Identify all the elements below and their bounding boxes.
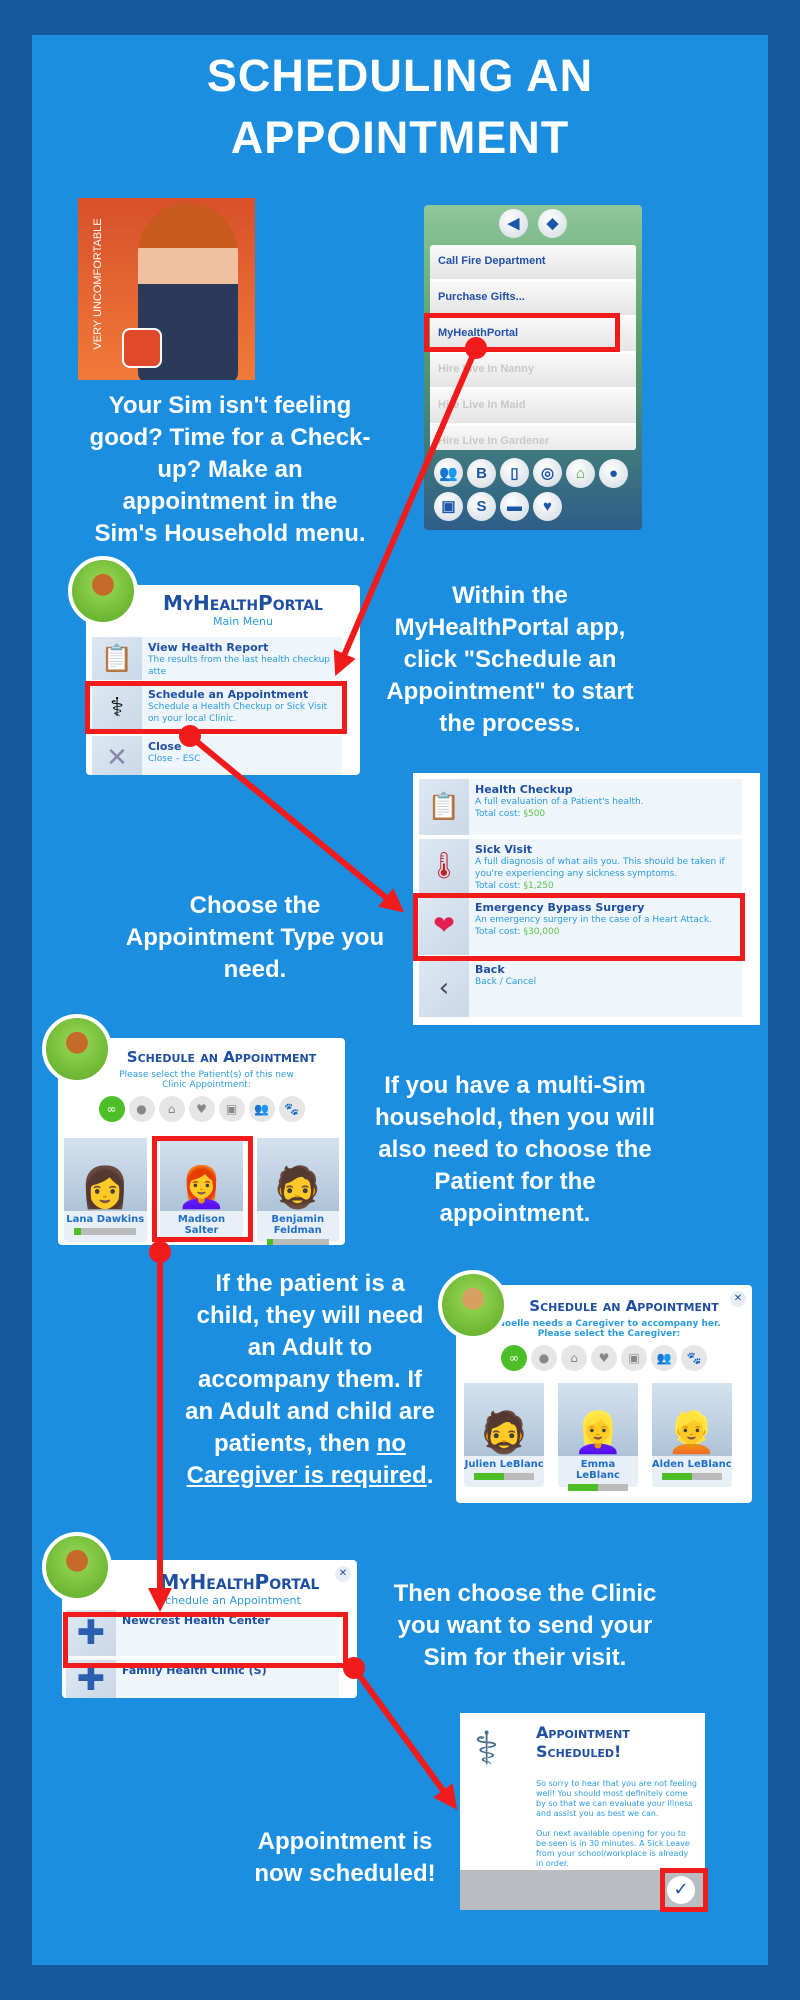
arrow-clinic-to-confirmation: [351, 1666, 458, 1810]
arrow-portal-to-types: [188, 733, 405, 913]
flow-arrows: [148, 337, 487, 1810]
arrow-phone-to-portal: [333, 346, 479, 677]
